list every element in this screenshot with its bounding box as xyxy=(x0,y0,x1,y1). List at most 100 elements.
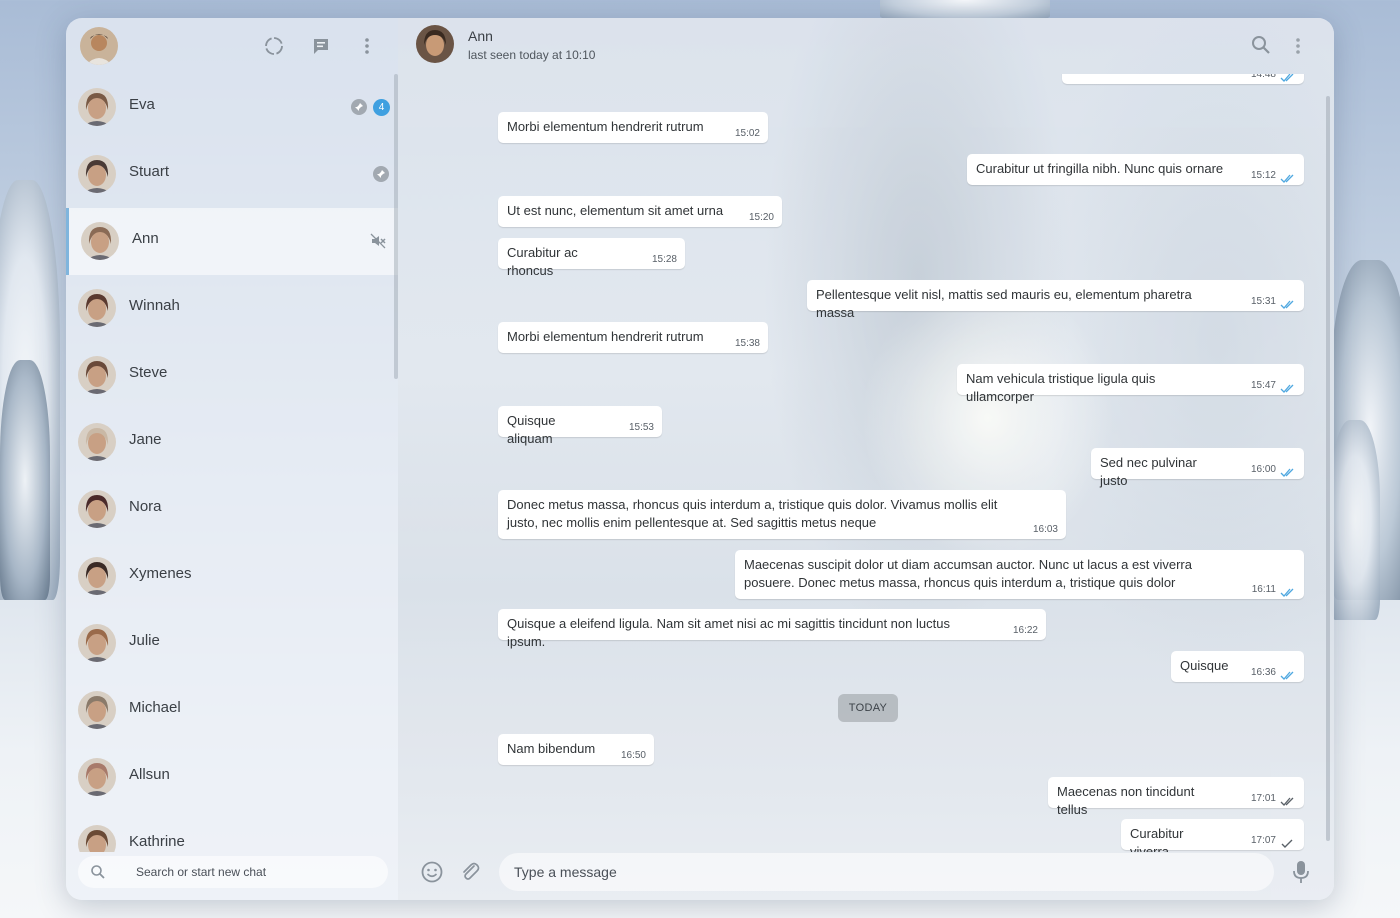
message-text: Sed nec pulvinar justo xyxy=(1100,455,1197,488)
chat-scrollbar[interactable] xyxy=(1326,96,1330,841)
menu-dots-icon[interactable] xyxy=(355,34,379,58)
chat-header: Ann last seen today at 10:10 xyxy=(398,18,1334,74)
avatar xyxy=(78,624,116,662)
message-text: Ut est nunc, elementum sit amet urna xyxy=(507,203,724,218)
message-time: 17:07 xyxy=(1250,835,1276,846)
message-text: Quisque a eleifend ligula. Nam sit amet … xyxy=(507,616,950,649)
sidebar-header xyxy=(66,18,398,74)
background-tree xyxy=(0,360,50,600)
chat-name: Winnah xyxy=(129,297,180,314)
message-time: 15:28 xyxy=(651,254,677,265)
chat-list-item[interactable]: Allsun xyxy=(66,744,398,811)
new-chat-icon[interactable] xyxy=(309,34,333,58)
message-time: 16:11 xyxy=(1251,584,1276,595)
message-time: 16:36 xyxy=(1250,667,1276,678)
avatar xyxy=(78,758,116,796)
double-check-icon xyxy=(1280,585,1296,597)
avatar xyxy=(78,490,116,528)
chat-name: Xymenes xyxy=(129,565,192,582)
message-text: Curabitur ut fringilla nibh. Nunc quis o… xyxy=(976,161,1224,176)
outgoing-message[interactable]: Maecenas suscipit dolor ut diam accumsan… xyxy=(735,550,1304,599)
chat-name: Eva xyxy=(129,96,155,113)
pin-icon xyxy=(373,166,389,182)
unread-badge: 4 xyxy=(373,99,390,116)
status-icon[interactable] xyxy=(262,34,286,58)
outgoing-message[interactable]: Curabitur ut fringilla nibh. Nunc quis o… xyxy=(967,154,1304,185)
outgoing-message[interactable]: Maecenas non tincidunt tellus 17:01 xyxy=(1048,777,1304,817)
paperclip-icon[interactable] xyxy=(458,860,484,886)
pin-icon xyxy=(351,99,367,115)
outgoing-message[interactable]: Quisque 16:36 xyxy=(1171,651,1304,682)
incoming-message[interactable]: Curabitur ac rhoncus 15:28 xyxy=(498,238,685,278)
message-time: 15:53 xyxy=(628,422,654,433)
incoming-message[interactable]: Quisque a eleifend ligula. Nam sit amet … xyxy=(498,609,1046,649)
search-box[interactable]: Search or start new chat xyxy=(78,856,388,888)
message-text: Curabitur viverra xyxy=(1130,826,1184,852)
double-check-icon xyxy=(1280,297,1296,309)
chat-list-item[interactable]: Jane xyxy=(66,409,398,476)
message-time: 16:00 xyxy=(1250,464,1276,475)
chat-list-item[interactable]: Kathrine xyxy=(66,811,398,852)
message-text: Pellentesque velit nisl, mattis sed maur… xyxy=(816,287,1192,320)
muted-icon xyxy=(370,233,388,249)
search-placeholder: Search or start new chat xyxy=(136,865,267,879)
microphone-icon[interactable] xyxy=(1292,860,1316,886)
chat-list-item[interactable]: Eva 4 xyxy=(66,74,398,141)
chat-list-item[interactable]: Stuart xyxy=(66,141,398,208)
avatar xyxy=(78,155,116,193)
outgoing-message[interactable]: Nam vehicula tristique ligula quis ullam… xyxy=(957,364,1304,404)
chat-list-item[interactable]: Winnah xyxy=(66,275,398,342)
message-time: 15:20 xyxy=(748,212,774,223)
message-text: Maecenas suscipit dolor ut diam accumsan… xyxy=(744,557,1192,590)
search-icon xyxy=(91,865,105,879)
double-check-icon xyxy=(1280,171,1296,183)
chat-list-item[interactable]: Julie xyxy=(66,610,398,677)
avatar xyxy=(78,88,116,126)
incoming-message[interactable]: Ut est nunc, elementum sit amet urna 15:2… xyxy=(498,196,782,227)
incoming-message[interactable]: Nam bibendum 16:50 xyxy=(498,734,654,765)
message-time: 16:50 xyxy=(620,750,646,761)
message-input[interactable] xyxy=(499,853,1274,891)
chat-list-item[interactable]: Steve xyxy=(66,342,398,409)
message-text: Nam vehicula tristique ligula quis ullam… xyxy=(966,371,1156,404)
message-time: 14:48 xyxy=(1250,74,1276,80)
incoming-message[interactable]: Donec metus massa, rhoncus quis interdum… xyxy=(498,490,1066,539)
emoji-icon[interactable] xyxy=(420,860,446,886)
chat-list-item[interactable]: Michael xyxy=(66,677,398,744)
outgoing-message[interactable]: Curabitur viverra 17:07 xyxy=(1121,819,1304,852)
incoming-message[interactable]: Quisque aliquam 15:53 xyxy=(498,406,662,446)
chat-name: Ann xyxy=(132,230,159,247)
message-text: Quisque aliquam xyxy=(507,413,556,446)
menu-dots-icon[interactable] xyxy=(1286,34,1310,58)
message-time: 16:22 xyxy=(1012,625,1038,636)
double-check-icon xyxy=(1280,381,1296,393)
chat-app-window: Eva 4 Stuart Ann Winnah Steve Jane Nora xyxy=(66,18,1334,900)
chat-list-item[interactable]: Nora xyxy=(66,476,398,543)
incoming-message[interactable]: Morbi elementum hendrerit rutrum 15:38 xyxy=(498,322,768,353)
avatar xyxy=(78,356,116,394)
peer-avatar[interactable] xyxy=(416,25,454,63)
my-avatar[interactable] xyxy=(80,27,118,65)
outgoing-message[interactable]: 14:48 xyxy=(1062,74,1304,84)
avatar xyxy=(78,423,116,461)
message-time: 15:12 xyxy=(1250,170,1276,181)
avatar xyxy=(78,557,116,595)
background-tree xyxy=(880,0,1050,20)
chat-list-item[interactable]: Ann xyxy=(66,208,398,275)
chat-list-item[interactable]: Xymenes xyxy=(66,543,398,610)
date-divider: TODAY xyxy=(838,694,898,722)
single-check-icon xyxy=(1280,836,1296,848)
message-text: Morbi elementum hendrerit rutrum xyxy=(507,329,704,344)
avatar xyxy=(78,289,116,327)
double-check-icon xyxy=(1280,668,1296,680)
double-check-icon xyxy=(1280,74,1296,82)
chat-name: Jane xyxy=(129,431,162,448)
message-text: Morbi elementum hendrerit rutrum xyxy=(507,119,704,134)
incoming-message[interactable]: Morbi elementum hendrerit rutrum 15:02 xyxy=(498,112,768,143)
avatar xyxy=(78,691,116,729)
outgoing-message[interactable]: Sed nec pulvinar justo 16:00 xyxy=(1091,448,1304,488)
peer-name: Ann xyxy=(468,28,493,44)
search-icon[interactable] xyxy=(1250,34,1274,58)
chat-name: Nora xyxy=(129,498,162,515)
outgoing-message[interactable]: Pellentesque velit nisl, mattis sed maur… xyxy=(807,280,1304,320)
